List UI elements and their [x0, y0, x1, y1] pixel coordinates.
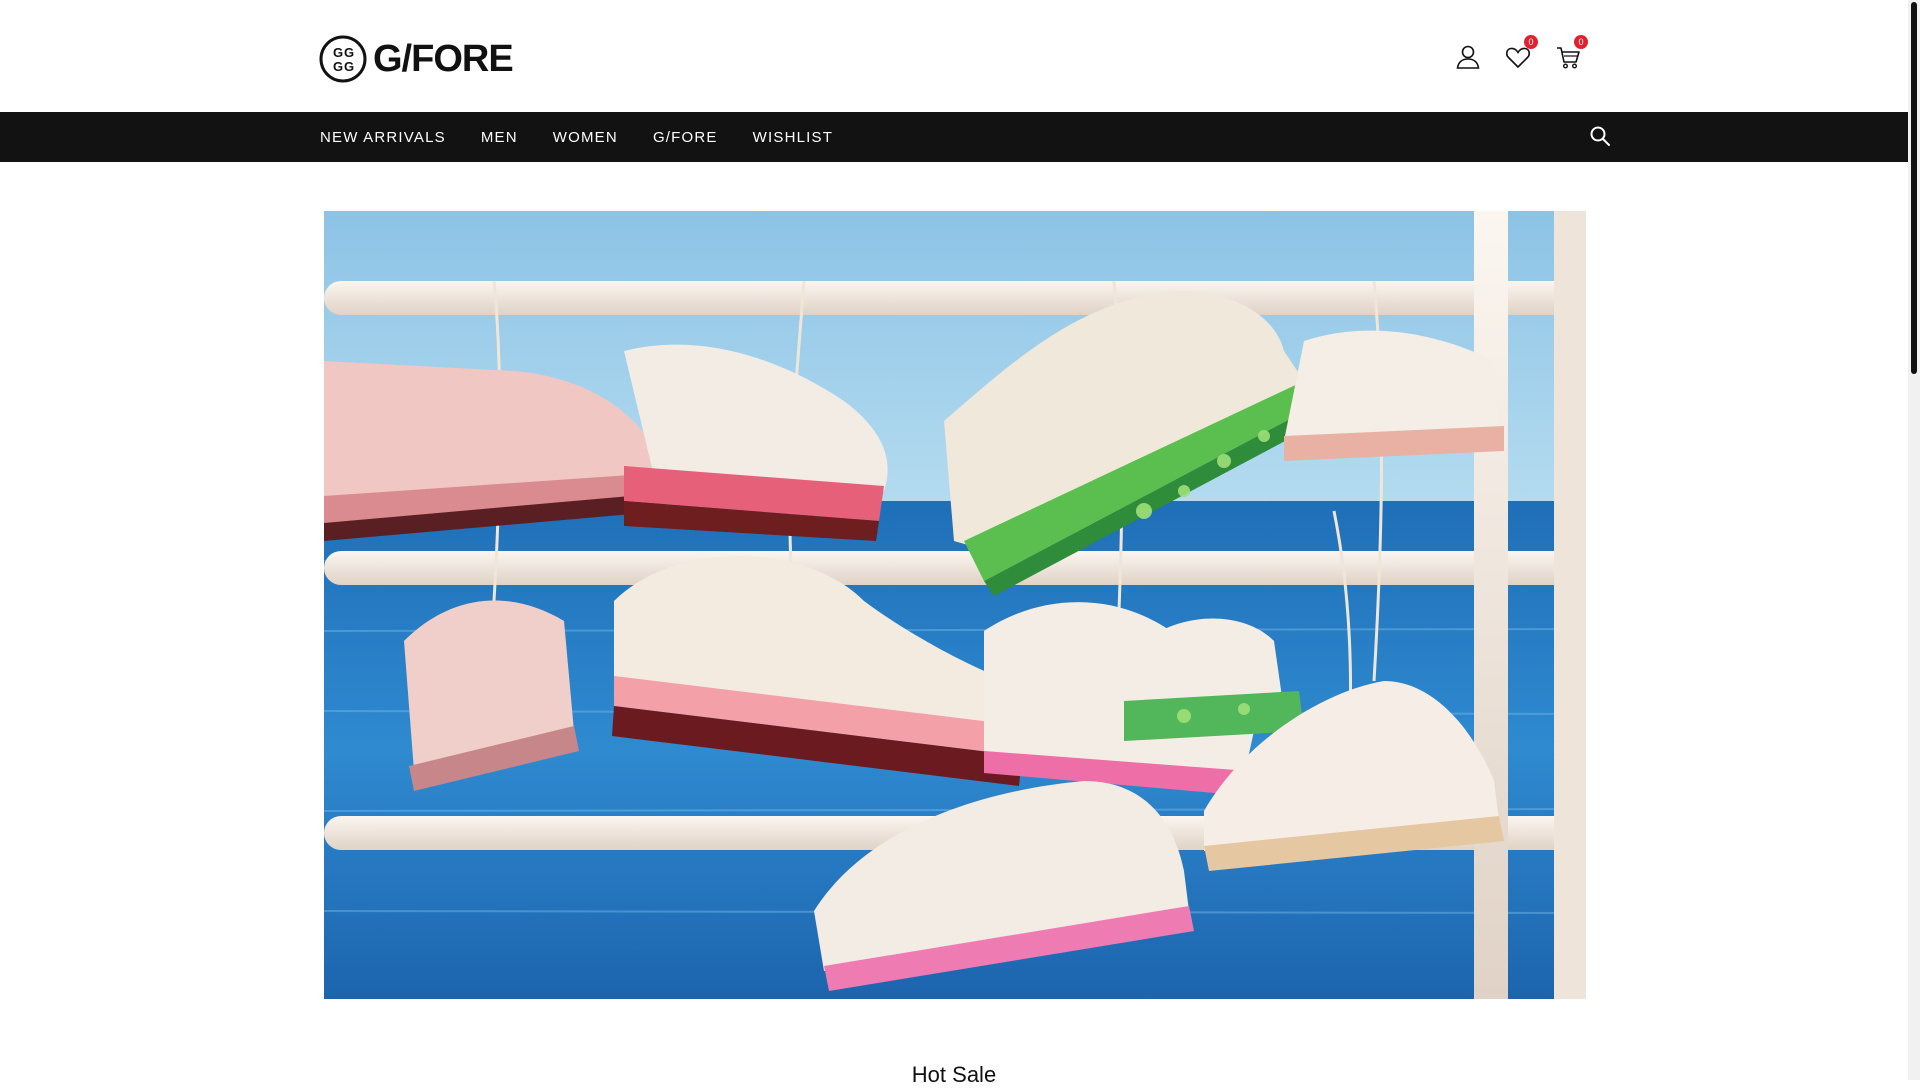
svg-text:G: G	[344, 59, 354, 74]
search-icon[interactable]	[1588, 124, 1612, 148]
nav-item-wishlist[interactable]: WISHLIST	[753, 129, 833, 146]
gfore-monogram-icon: G G G G	[319, 35, 367, 83]
hot-sale-heading: Hot Sale	[911, 1062, 997, 1087]
header-icons: 0 0	[1455, 35, 1588, 70]
svg-text:G: G	[333, 45, 343, 60]
nav-item-women[interactable]: WOMEN	[553, 129, 618, 146]
brand-name: G/FORE	[373, 37, 514, 80]
page-scrollbar[interactable]	[1908, 0, 1920, 1080]
cart-icon[interactable]: 0	[1555, 35, 1588, 70]
nav-item-new-arrivals[interactable]: NEW ARRIVALS	[320, 129, 446, 146]
wishlist-count-badge: 0	[1524, 35, 1538, 49]
nav-item-gfore[interactable]: G/FORE	[653, 129, 718, 146]
scrollbar-thumb[interactable]	[1911, 2, 1917, 374]
hero-banner-image[interactable]	[324, 211, 1586, 999]
svg-text:G: G	[333, 59, 343, 74]
site-header: G G G G G/FORE 0 0	[0, 0, 1908, 112]
cart-count-badge: 0	[1574, 35, 1588, 49]
nav-item-men[interactable]: MEN	[481, 129, 518, 146]
main-nav: NEW ARRIVALS MEN WOMEN G/FORE WISHLIST	[0, 112, 1910, 162]
brand-logo[interactable]: G G G G G/FORE	[319, 35, 514, 83]
svg-text:G: G	[344, 45, 354, 60]
wishlist-heart-icon[interactable]: 0	[1505, 35, 1538, 70]
account-icon[interactable]	[1455, 44, 1481, 70]
